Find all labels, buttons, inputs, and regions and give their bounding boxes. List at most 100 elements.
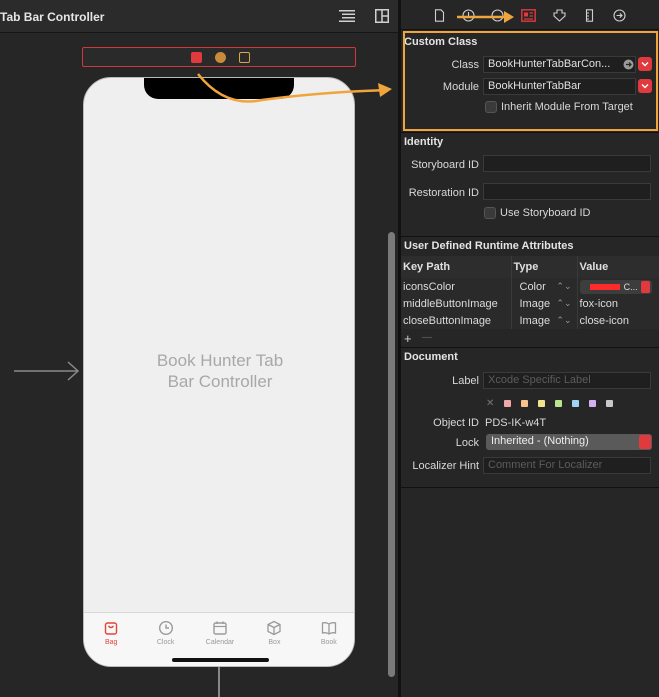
document-section: Document Label Xcode Specific Label Obje… (401, 348, 659, 488)
tab-label-bag: Bag (104, 639, 118, 646)
runtime-attributes-table: Key Path Type Value iconsColor Color ⌃⌄ C… (401, 256, 659, 329)
object-id-label: Object ID (433, 417, 479, 429)
column-header-type[interactable]: Type (511, 256, 578, 278)
placeholder-line-2: Bar Controller (167, 372, 273, 391)
highlight-box (403, 31, 658, 131)
view-controller-icon[interactable] (191, 52, 202, 63)
home-indicator (172, 658, 269, 662)
object-id-value: PDS-IK-w4T (485, 417, 547, 429)
color-dropdown-icon[interactable] (640, 280, 650, 293)
popup-stepper-icon (639, 435, 651, 449)
canvas-scrollbar[interactable] (388, 232, 395, 677)
identity-inspector-icon[interactable] (521, 9, 536, 22)
lock-popup[interactable]: Inherited - (Nothing) (486, 434, 652, 450)
restoration-id-field[interactable] (483, 183, 651, 200)
add-editor-icon[interactable] (375, 9, 389, 23)
book-icon (321, 622, 336, 635)
first-responder-icon[interactable] (215, 52, 226, 63)
color-swatch (589, 283, 620, 290)
box-icon (267, 620, 282, 636)
tab-label-clock: Clock (156, 639, 175, 646)
lock-popup-value: Inherited - (Nothing) (491, 435, 589, 447)
connections-inspector-icon[interactable] (613, 9, 626, 22)
label-color-swatch[interactable] (606, 400, 614, 407)
key-path-cell[interactable]: closeButtonImage (401, 312, 512, 329)
identity-section: Identity Storyboard ID Restoration ID Us… (401, 133, 659, 237)
storyboard-canvas[interactable]: Tab Bar Controller Book Hunter Tab Bar C… (0, 0, 398, 697)
tab-label-calendar: Calendar (205, 639, 235, 646)
type-cell[interactable]: Image ⌃⌄ (511, 295, 578, 312)
localizer-hint-field[interactable]: Comment For Localizer (483, 457, 651, 474)
value-cell[interactable]: close-icon (577, 312, 659, 329)
label-color-swatches: ✕ (486, 398, 614, 409)
calendar-icon (213, 621, 227, 635)
type-value: Image (519, 314, 551, 327)
clock-icon (158, 620, 173, 636)
document-label-placeholder: Xcode Specific Label (488, 374, 591, 386)
label-color-swatch[interactable] (572, 400, 580, 407)
table-row[interactable]: iconsColor Color ⌃⌄ C... (401, 278, 659, 295)
color-well[interactable]: C... (579, 279, 652, 294)
label-color-swatch[interactable] (538, 400, 546, 407)
lock-label: Lock (455, 437, 479, 449)
scene-dock[interactable] (82, 47, 356, 67)
section-title-identity: Identity (404, 136, 444, 148)
clear-color-icon[interactable]: ✕ (486, 398, 494, 409)
file-inspector-icon[interactable] (433, 9, 446, 22)
type-value: Image (519, 297, 551, 310)
attributes-inspector-icon[interactable] (553, 9, 566, 22)
help-inspector-icon[interactable] (491, 9, 504, 22)
table-row[interactable]: closeButtonImage Image ⌃⌄ close-icon (401, 312, 659, 329)
document-label-label: Label (452, 375, 479, 387)
label-color-swatch[interactable] (589, 400, 597, 407)
tab-bag[interactable]: Bag (84, 613, 138, 666)
label-color-swatch[interactable] (504, 400, 512, 407)
column-header-value[interactable]: Value (577, 256, 659, 278)
table-header-row: Key Path Type Value (401, 256, 659, 278)
value-cell[interactable]: C... (577, 278, 659, 295)
tab-label-book: Book (320, 639, 337, 646)
section-title-document: Document (404, 351, 458, 363)
type-cell[interactable]: Image ⌃⌄ (511, 312, 578, 329)
scene-title: Tab Bar Controller (0, 10, 105, 24)
history-inspector-icon[interactable] (462, 9, 475, 22)
exit-icon[interactable] (239, 52, 250, 63)
phone-frame[interactable]: Book Hunter Tab Bar Controller Bag Clock (83, 77, 355, 667)
scene-placeholder-label: Book Hunter Tab Bar Controller (84, 350, 354, 392)
tab-label-box: Box (268, 639, 281, 646)
remove-attribute-button[interactable]: — (422, 332, 432, 343)
stepper-icon[interactable]: ⌃⌄ (556, 315, 571, 326)
color-value-label: C... (623, 281, 638, 292)
inspector-panel: Custom Class Class BookHunterTabBarCon..… (401, 0, 659, 697)
column-header-key-path[interactable]: Key Path (401, 256, 512, 278)
storyboard-id-field[interactable] (483, 155, 651, 172)
localizer-hint-placeholder: Comment For Localizer (488, 459, 603, 471)
localizer-hint-label: Localizer Hint (412, 460, 479, 472)
use-storyboard-id-checkbox[interactable] (484, 207, 496, 219)
tab-book[interactable]: Book (302, 613, 354, 666)
label-color-swatch[interactable] (555, 400, 563, 407)
restoration-id-label: Restoration ID (408, 187, 479, 199)
storyboard-id-label: Storyboard ID (411, 159, 479, 171)
editor-options-icon[interactable] (339, 9, 355, 23)
type-cell[interactable]: Color ⌃⌄ (511, 278, 578, 295)
segue-line (218, 667, 220, 697)
document-label-field[interactable]: Xcode Specific Label (483, 372, 651, 389)
key-path-cell[interactable]: iconsColor (401, 278, 512, 295)
use-storyboard-id-label: Use Storyboard ID (500, 207, 591, 219)
inspector-tab-bar (401, 0, 659, 30)
stepper-icon[interactable]: ⌃⌄ (556, 298, 571, 309)
bag-icon (105, 622, 118, 635)
section-title-runtime-attributes: User Defined Runtime Attributes (404, 240, 574, 252)
add-attribute-button[interactable]: + (404, 331, 412, 346)
size-inspector-icon[interactable] (583, 9, 596, 22)
key-path-cell[interactable]: middleButtonImage (401, 295, 512, 312)
value-cell[interactable]: fox-icon (577, 295, 659, 312)
type-value: Color (519, 280, 546, 293)
placeholder-line-1: Book Hunter Tab (156, 351, 284, 370)
table-row[interactable]: middleButtonImage Image ⌃⌄ fox-icon (401, 295, 659, 312)
stepper-icon[interactable]: ⌃⌄ (556, 281, 571, 292)
initial-view-controller-arrow-icon[interactable] (14, 358, 84, 384)
label-color-swatch[interactable] (521, 400, 529, 407)
device-notch (144, 78, 294, 99)
